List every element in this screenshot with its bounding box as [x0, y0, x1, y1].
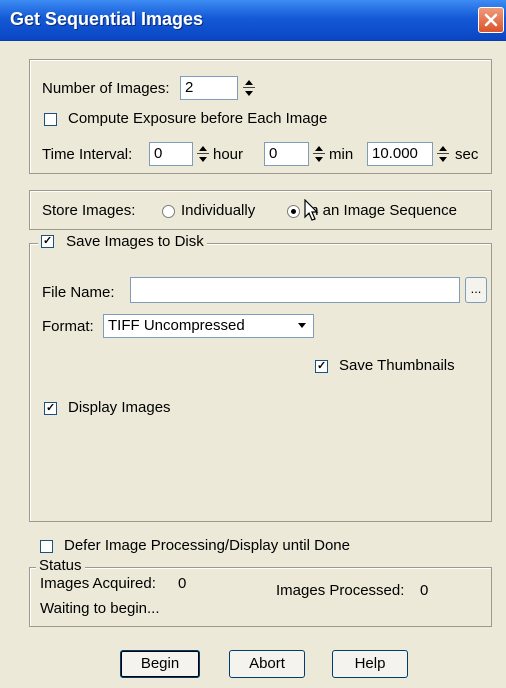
- image-sequence-label: In an Image Sequence: [306, 202, 457, 219]
- min-input[interactable]: 0: [264, 142, 309, 166]
- abort-button[interactable]: Abort: [229, 650, 305, 678]
- time-interval-label: Time Interval:: [42, 146, 133, 163]
- help-button[interactable]: Help: [332, 650, 408, 678]
- hour-input[interactable]: 0: [149, 142, 193, 166]
- save-thumbnails-label: Save Thumbnails: [339, 357, 455, 374]
- file-name-input[interactable]: [130, 277, 460, 303]
- num-images-spinner[interactable]: [241, 76, 257, 100]
- sec-input[interactable]: 10.000: [367, 142, 433, 166]
- check-mark-icon: ✓: [317, 360, 327, 372]
- spin-down-icon[interactable]: [435, 154, 451, 166]
- defer-processing-checkbox[interactable]: [40, 540, 53, 553]
- spin-up-icon[interactable]: [311, 142, 327, 154]
- hour-spinner[interactable]: [195, 142, 211, 166]
- spin-up-icon[interactable]: [435, 142, 451, 154]
- image-sequence-radio[interactable]: [287, 205, 300, 218]
- browse-button[interactable]: ...: [465, 277, 487, 303]
- check-mark-icon: ✓: [43, 234, 53, 247]
- format-value: TIFF Uncompressed: [108, 317, 245, 334]
- sec-unit-label: sec: [455, 146, 479, 163]
- individually-radio[interactable]: [162, 205, 175, 218]
- individually-label: Individually: [181, 202, 256, 219]
- format-label: Format:: [42, 318, 94, 335]
- num-images-input[interactable]: 2: [180, 76, 238, 100]
- hour-unit-label: hour: [213, 146, 244, 163]
- display-images-label: Display Images: [68, 399, 171, 416]
- mouse-cursor-icon: [304, 199, 319, 221]
- save-thumbnails-checkbox[interactable]: ✓: [315, 360, 328, 373]
- window-title: Get Sequential Images: [10, 9, 204, 29]
- check-mark-icon: ✓: [46, 402, 56, 414]
- images-acquired-label: Images Acquired:: [40, 575, 156, 592]
- defer-processing-label: Defer Image Processing/Display until Don…: [64, 537, 350, 554]
- images-processed-label: Images Processed:: [276, 582, 405, 599]
- spin-down-icon[interactable]: [311, 154, 327, 166]
- images-acquired-value: 0: [178, 575, 187, 592]
- save-images-checkbox[interactable]: ✓: [41, 234, 54, 248]
- status-message: Waiting to begin...: [40, 600, 160, 617]
- min-spinner[interactable]: [311, 142, 327, 166]
- compute-exposure-checkbox[interactable]: [44, 113, 57, 126]
- spin-down-icon[interactable]: [195, 154, 211, 166]
- save-images-label: Save Images to Disk: [66, 233, 204, 250]
- format-select[interactable]: TIFF Uncompressed: [103, 314, 314, 338]
- compute-exposure-label: Compute Exposure before Each Image: [68, 110, 328, 127]
- sec-spinner[interactable]: [435, 142, 451, 166]
- save-images-legend: ✓ Save Images to Disk: [38, 233, 207, 250]
- spin-up-icon[interactable]: [195, 142, 211, 154]
- title-bar[interactable]: Get Sequential Images: [0, 0, 506, 41]
- images-processed-value: 0: [420, 582, 429, 599]
- file-name-label: File Name:: [42, 284, 115, 301]
- store-images-label: Store Images:: [42, 202, 136, 219]
- min-unit-label: min: [329, 146, 354, 163]
- status-legend: Status: [36, 557, 85, 574]
- chevron-down-icon[interactable]: [295, 319, 309, 333]
- close-icon: [484, 13, 498, 27]
- num-images-label: Number of Images:: [42, 80, 170, 97]
- display-images-checkbox[interactable]: ✓: [44, 402, 57, 415]
- dialog-window: Get Sequential Images Number of Images: …: [0, 0, 506, 688]
- close-button[interactable]: [478, 7, 504, 33]
- spin-down-icon[interactable]: [241, 88, 257, 100]
- begin-button[interactable]: Begin: [120, 650, 200, 678]
- spin-up-icon[interactable]: [241, 76, 257, 88]
